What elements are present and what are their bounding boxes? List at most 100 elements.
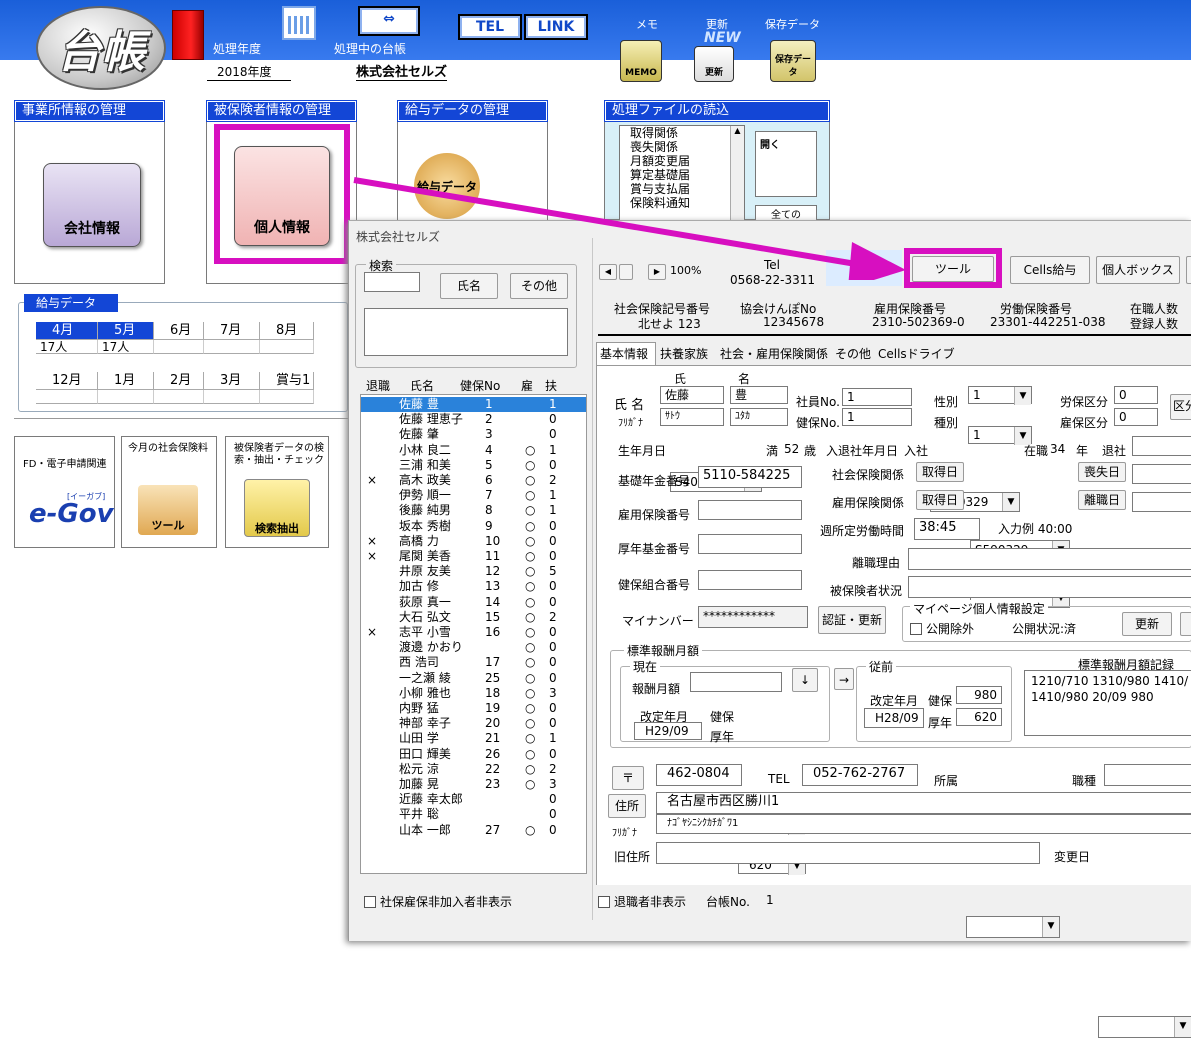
month-cell[interactable]: 1月 [98,372,154,390]
exclude-public-checkbox[interactable]: 公開除外 [910,620,974,637]
tab-insurance[interactable]: 社会・雇用保険関係 [720,345,828,363]
save-data-icon[interactable]: 保存データ [770,40,816,82]
health-union-field[interactable] [698,570,802,590]
employee-row[interactable]: 佐藤 豊 1 1 [361,397,586,412]
tab-dependents[interactable]: 扶養家族 [660,345,708,363]
employee-row[interactable]: 三浦 和美 5 ○ 0 [361,458,586,473]
company-info-icon[interactable]: 会社情報 [43,163,141,247]
link-button[interactable]: LINK [524,14,588,40]
hide-retired-checkbox[interactable]: 退職者非表示 [598,893,686,910]
mypage-update-button[interactable]: 更新 [1122,612,1172,636]
memo-icon[interactable]: MEMO [620,40,662,82]
file-type-item[interactable]: 取得関係 [630,126,744,140]
search-tile[interactable]: 被保険者データの検索・抽出・チェック 検索抽出 [225,436,329,548]
auth-update-button[interactable]: 認証・更新 [818,606,886,634]
month-cell[interactable]: 12月 [36,372,98,390]
employee-row[interactable]: 加藤 晃 23 ○ 3 [361,777,586,792]
social-premium-tile[interactable]: 今月の社会保険料 ツール [121,436,217,548]
personal-info-icon[interactable]: 個人情報 [234,146,330,246]
employee-row[interactable]: 荻原 真一 14 ○ 0 [361,595,586,610]
social-lose-field[interactable] [1132,464,1191,484]
month-cell[interactable]: 3月 [204,372,260,390]
employee-row[interactable]: 山田 学 21 ○ 1 [361,731,586,746]
employee-row[interactable]: 一之瀬 綾 25 ○ 0 [361,671,586,686]
emp-leave-field[interactable] [1132,492,1191,512]
given-name-kana-field[interactable]: ﾕﾀｶ [730,408,788,426]
labor-ins-class-field[interactable]: 0 [1114,386,1158,404]
social-acquire-button[interactable]: 取得日 [916,462,964,482]
employee-row[interactable]: 大石 弘文 15 ○ 2 [361,610,586,625]
employee-row[interactable]: 松元 涼 22 ○ 2 [361,762,586,777]
given-name-field[interactable]: 豊 [730,386,788,404]
employee-row[interactable]: 田口 輝美 26 ○ 0 [361,747,586,762]
employee-row[interactable]: 伊勢 順一 7 ○ 1 [361,488,586,503]
monthly-pay-field[interactable] [690,672,782,692]
processing-year[interactable]: 2018年度 [207,63,291,81]
employee-row[interactable]: 後藤 純男 8 ○ 1 [361,503,586,518]
revise-month-field[interactable]: H29/09 [634,722,702,740]
update-icon[interactable]: 更新 [694,46,734,82]
record-box[interactable]: 1210/710 1310/980 1410/1410/980 20/09 98… [1024,670,1191,736]
surname-kana-field[interactable]: ｻﾄｳ [660,408,724,426]
employee-row[interactable]: × 高橋 力 10 ○ 0 [361,534,586,549]
personal-box-button[interactable]: 個人ボックス [1096,256,1180,284]
hide-social-checkbox[interactable]: 社保雇保非加入者非表示 [364,893,512,910]
zip-field[interactable]: 462-0804 [656,764,742,786]
zip-button[interactable]: 〒 [612,766,644,790]
emp-leave-button[interactable]: 離職日 [1078,490,1126,510]
change-date-select[interactable]: ▼ [1098,1016,1191,1038]
employee-row[interactable]: 加古 修 13 ○ 0 [361,579,586,594]
prev-revise-field[interactable]: H28/09 [864,708,924,728]
old-address-field[interactable] [656,842,1040,864]
address-kana-field[interactable]: ﾅｺﾞﾔｼﾆｼｸｶﾁｶﾞﾜ1 [656,814,1191,834]
health-no-field[interactable]: 1 [842,408,912,426]
month-cell[interactable]: 6月 [154,322,204,340]
ledger-company[interactable]: 株式会社セルズ [356,61,448,81]
emp-ins-no-field[interactable] [698,500,802,520]
ledger-switch-icon[interactable]: ⇔ [358,6,420,36]
employee-row[interactable]: 井原 友美 12 ○ 5 [361,564,586,579]
emp-acquire-button[interactable]: 取得日 [916,490,964,510]
employee-row[interactable]: 佐藤 理恵子 2 0 [361,412,586,427]
month-cell[interactable]: 5月 [98,322,154,340]
employee-row[interactable]: × 志平 小雪 16 ○ 0 [361,625,586,640]
month-cell[interactable]: 4月 [36,322,98,340]
social-lose-button[interactable]: 喪失日 [1078,462,1126,482]
employee-tel-field[interactable]: 052-762-2767 [802,764,918,786]
employee-row[interactable]: 坂本 秀樹 9 ○ 0 [361,519,586,534]
class-button[interactable]: 区分 [1170,394,1191,420]
employee-row[interactable]: 山本 一郎 27 ○ 0 [361,823,586,838]
employee-row[interactable]: 近藤 幸太郎 0 [361,792,586,807]
mypage-more-button[interactable] [1180,612,1191,636]
cells-salary-button[interactable]: Cells給与 [1010,256,1090,284]
calendar-icon[interactable] [282,6,316,40]
employee-row[interactable]: 平井 聡 0 [361,807,586,822]
weekly-hours-field[interactable]: 38:45 [914,518,980,540]
emp-ins-class-field[interactable]: 0 [1114,408,1158,426]
department-select[interactable]: ▼ [966,916,1060,938]
month-cell[interactable]: 7月 [204,322,260,340]
insured-status-field[interactable] [908,576,1191,598]
tab-basic[interactable]: 基本情報 [600,345,648,363]
mynumber-field[interactable]: ************ [698,606,808,628]
employee-row[interactable]: 小林 良二 4 ○ 1 [361,443,586,458]
leave-reason-field[interactable] [908,548,1191,570]
down-arrow-button[interactable]: ↓ [792,668,818,692]
month-cell[interactable]: 賞与1 [260,372,314,390]
employee-row[interactable]: 内野 猛 19 ○ 0 [361,701,586,716]
month-cell[interactable]: 2月 [154,372,204,390]
leave-date-field[interactable] [1132,436,1191,456]
address-field[interactable]: 名古屋市西区勝川1 [656,792,1191,814]
file-type-item[interactable]: 月額変更届 [630,154,744,168]
prev-pension-field[interactable]: 620 [956,708,1002,726]
file-type-item[interactable]: 喪失関係 [630,140,744,154]
sex-select[interactable]: 1 ▼ [968,386,1032,405]
surname-field[interactable]: 佐藤 [660,386,724,404]
tel-button[interactable]: TEL [458,14,522,40]
more-button[interactable] [1186,256,1191,284]
tab-cells-drive[interactable]: Cellsドライブ [878,345,955,363]
employee-row[interactable]: × 高木 政美 6 ○ 2 [361,473,586,488]
tool-button[interactable]: ツール [912,256,994,282]
right-arrow-button[interactable]: → [834,668,854,690]
employee-row[interactable]: 佐藤 肇 3 0 [361,427,586,442]
